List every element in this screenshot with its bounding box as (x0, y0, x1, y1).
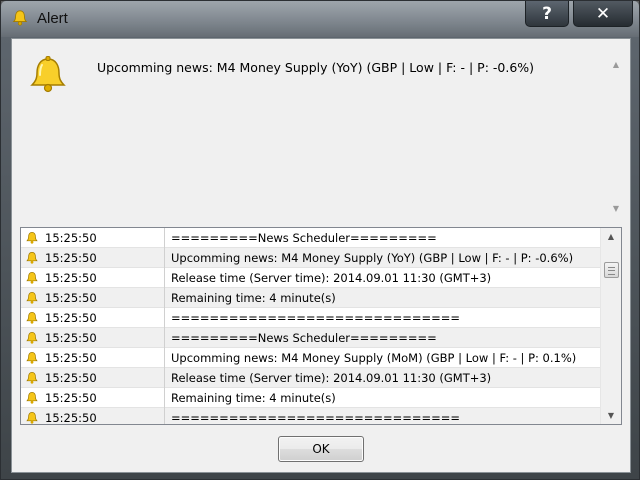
alert-message: Upcomming news: M4 Money Supply (YoY) (G… (97, 60, 535, 75)
log-row[interactable]: 15:25:50 Release time (Server time): 201… (21, 367, 600, 388)
log-time: 15:25:50 (45, 310, 97, 325)
log-row[interactable]: 15:25:50 Remaining time: 4 minute(s) (21, 387, 600, 408)
bell-icon (26, 331, 38, 344)
log-time: 15:25:50 (45, 290, 97, 305)
title-bar-buttons: ? ✕ (521, 1, 633, 27)
log-time: 15:25:50 (45, 390, 97, 405)
log-message: =========News Scheduler========= (171, 230, 437, 245)
window-title: Alert (37, 10, 68, 27)
log-time-cell: 15:25:50 (21, 367, 165, 388)
log-time-cell: 15:25:50 (21, 287, 165, 308)
log-time: 15:25:50 (45, 410, 97, 425)
bell-icon (26, 271, 38, 284)
bell-icon (26, 351, 38, 364)
log-message: Release time (Server time): 2014.09.01 1… (171, 370, 492, 385)
log-rows: 15:25:50 =========News Scheduler========… (21, 228, 600, 425)
close-button[interactable]: ✕ (573, 1, 633, 27)
message-area: Upcomming news: M4 Money Supply (YoY) (G… (16, 41, 628, 217)
log-row[interactable]: 15:25:50 ============================== (21, 407, 600, 425)
log-row[interactable]: 15:25:50 Upcomming news: M4 Money Supply… (21, 347, 600, 368)
log-time-cell: 15:25:50 (21, 327, 165, 348)
bell-icon (26, 231, 38, 244)
log-time: 15:25:50 (45, 350, 97, 365)
bell-icon (30, 56, 66, 93)
log-row[interactable]: 15:25:50 Remaining time: 4 minute(s) (21, 287, 600, 308)
bell-icon (26, 391, 38, 404)
log-time-cell: 15:25:50 (21, 247, 165, 268)
log-time-cell: 15:25:50 (21, 347, 165, 368)
log-message: Upcomming news: M4 Money Supply (YoY) (G… (171, 250, 574, 265)
scroll-up-arrow-icon[interactable]: ▲ (601, 228, 621, 245)
help-button[interactable]: ? (525, 1, 569, 27)
log-time-cell: 15:25:50 (21, 307, 165, 328)
bell-icon (26, 411, 38, 424)
log-time-cell: 15:25:50 (21, 387, 165, 408)
dialog-client-area: Upcomming news: M4 Money Supply (YoY) (G… (11, 38, 631, 473)
log-message: ============================== (171, 310, 461, 325)
scrollbar-thumb[interactable] (604, 262, 619, 278)
ok-button[interactable]: OK (278, 436, 364, 462)
title-bar[interactable]: Alert ? ✕ (1, 1, 639, 37)
log-time: 15:25:50 (45, 370, 97, 385)
log-row[interactable]: 15:25:50 =========News Scheduler========… (21, 327, 600, 348)
log-message: Remaining time: 4 minute(s) (171, 390, 336, 405)
log-scrollbar[interactable]: ▲ ▼ (600, 228, 621, 424)
bell-icon (26, 311, 38, 324)
scroll-up-arrow-icon[interactable]: ▲ (610, 59, 622, 71)
scroll-down-arrow-icon[interactable]: ▼ (601, 407, 621, 424)
bell-icon (26, 371, 38, 384)
log-time: 15:25:50 (45, 230, 97, 245)
log-message: Upcomming news: M4 Money Supply (MoM) (G… (171, 350, 577, 365)
log-message: ============================== (171, 410, 461, 425)
log-message: Remaining time: 4 minute(s) (171, 290, 336, 305)
log-time-cell: 15:25:50 (21, 228, 165, 248)
log-row[interactable]: 15:25:50 Release time (Server time): 201… (21, 267, 600, 288)
log-time: 15:25:50 (45, 330, 97, 345)
log-time-cell: 15:25:50 (21, 267, 165, 288)
bell-icon (26, 251, 38, 264)
log-row[interactable]: 15:25:50 =========News Scheduler========… (21, 228, 600, 248)
log-row[interactable]: 15:25:50 ============================== (21, 307, 600, 328)
alert-log-list[interactable]: 15:25:50 =========News Scheduler========… (20, 227, 622, 425)
scroll-down-arrow-icon[interactable]: ▼ (610, 203, 622, 215)
log-time-cell: 15:25:50 (21, 407, 165, 425)
bell-icon (26, 291, 38, 304)
log-row[interactable]: 15:25:50 Upcomming news: M4 Money Supply… (21, 247, 600, 268)
log-time: 15:25:50 (45, 270, 97, 285)
alert-window: Alert ? ✕ Upcomming news: M4 Money Suppl… (0, 0, 640, 480)
message-scrollbar[interactable]: ▲ ▼ (610, 59, 622, 215)
log-message: Release time (Server time): 2014.09.01 1… (171, 270, 492, 285)
log-time: 15:25:50 (45, 250, 97, 265)
bell-icon (12, 10, 28, 26)
log-message: =========News Scheduler========= (171, 330, 437, 345)
